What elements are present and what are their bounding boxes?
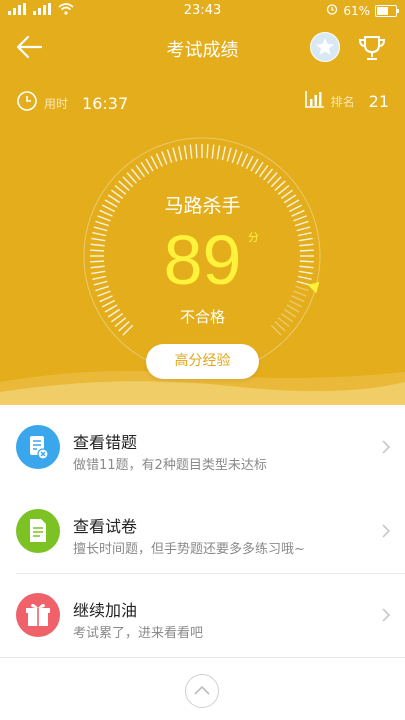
star-badge-icon[interactable] <box>310 32 340 62</box>
gauge-tick <box>155 153 163 167</box>
gauge-tick <box>231 149 238 164</box>
rank-value: 21 <box>368 91 389 111</box>
chevron-right-icon <box>382 524 391 538</box>
list-item-wrong-answers[interactable]: 查看错题 做错11题，有2种题目类型未达标 <box>0 405 405 489</box>
gauge-tick <box>259 164 269 178</box>
gauge-tick <box>221 146 226 161</box>
battery-text: 61% <box>343 3 370 18</box>
status-bar: 23:43 61% <box>0 0 405 22</box>
gauge-tick <box>161 151 168 165</box>
battery-icon <box>375 4 399 17</box>
time-label: 用时 <box>44 96 69 111</box>
gauge-tick <box>206 144 209 159</box>
time-value: 16:37 <box>82 93 129 113</box>
gauge-tick <box>236 151 243 165</box>
list-item-title: 查看试卷 <box>73 517 138 536</box>
gauge-tick <box>216 145 221 160</box>
wrong-answer-icon <box>16 425 60 469</box>
chevron-up-button[interactable] <box>185 674 219 708</box>
list-item-subtitle: 考试累了，进来看看吧 <box>73 626 204 641</box>
pass-status: 不合格 <box>179 308 225 326</box>
gauge-tick <box>183 145 188 160</box>
alarm-icon <box>326 3 338 18</box>
list-item-subtitle: 做错11题，有2种题目类型未达标 <box>73 458 267 473</box>
action-list: 查看错题 做错11题，有2种题目类型未达标 查看试卷 擅长时间题，但手势题还要多… <box>0 405 405 658</box>
chevron-right-icon <box>382 608 391 622</box>
gauge-tick <box>241 153 249 167</box>
gauge-tick <box>211 144 215 159</box>
gift-icon <box>16 593 60 637</box>
gauge-tick <box>145 158 154 172</box>
gauge-tick <box>245 155 254 169</box>
gauge-tick <box>172 147 178 162</box>
gauge-tick <box>254 161 264 175</box>
gauge-tick <box>195 144 198 159</box>
list-item-title: 查看错题 <box>73 433 138 452</box>
gauge-tick <box>250 158 259 172</box>
chevron-right-icon <box>382 440 391 454</box>
nav-bar: 考试成绩 <box>0 30 405 66</box>
trophy-icon[interactable] <box>356 32 388 64</box>
list-item-keep-going[interactable]: 继续加油 考试累了，进来看看吧 <box>0 573 405 657</box>
gauge-tick <box>135 164 145 178</box>
page-title: 考试成绩 <box>166 40 239 61</box>
gauge-tick <box>150 155 159 169</box>
list-item-subtitle: 擅长时间题，但手势题还要多多练习哦~ <box>73 542 305 557</box>
rank-title: 马路杀手 <box>164 195 241 217</box>
chevron-up-icon <box>194 685 210 695</box>
list-item-exam-paper[interactable]: 查看试卷 擅长时间题，但手势题还要多多练习哦~ <box>0 489 405 573</box>
divider <box>0 657 405 658</box>
gauge-tick <box>140 161 150 175</box>
gauge-tick <box>189 144 193 159</box>
score-unit: 分 <box>248 231 259 244</box>
clock-icon <box>16 90 38 116</box>
high-score-experience-button[interactable]: 高分经验 <box>146 344 259 379</box>
stats-row: 用时 16:37 排名 21 <box>0 90 405 114</box>
score-value: 89 <box>163 221 242 299</box>
gauge-tick <box>226 147 232 162</box>
gauge-tick <box>178 146 183 161</box>
bar-chart-icon <box>304 90 325 112</box>
rank-label: 排名 <box>330 94 355 109</box>
gauge-tick <box>166 149 173 164</box>
list-item-title: 继续加油 <box>73 601 138 620</box>
exam-paper-icon <box>16 509 60 553</box>
